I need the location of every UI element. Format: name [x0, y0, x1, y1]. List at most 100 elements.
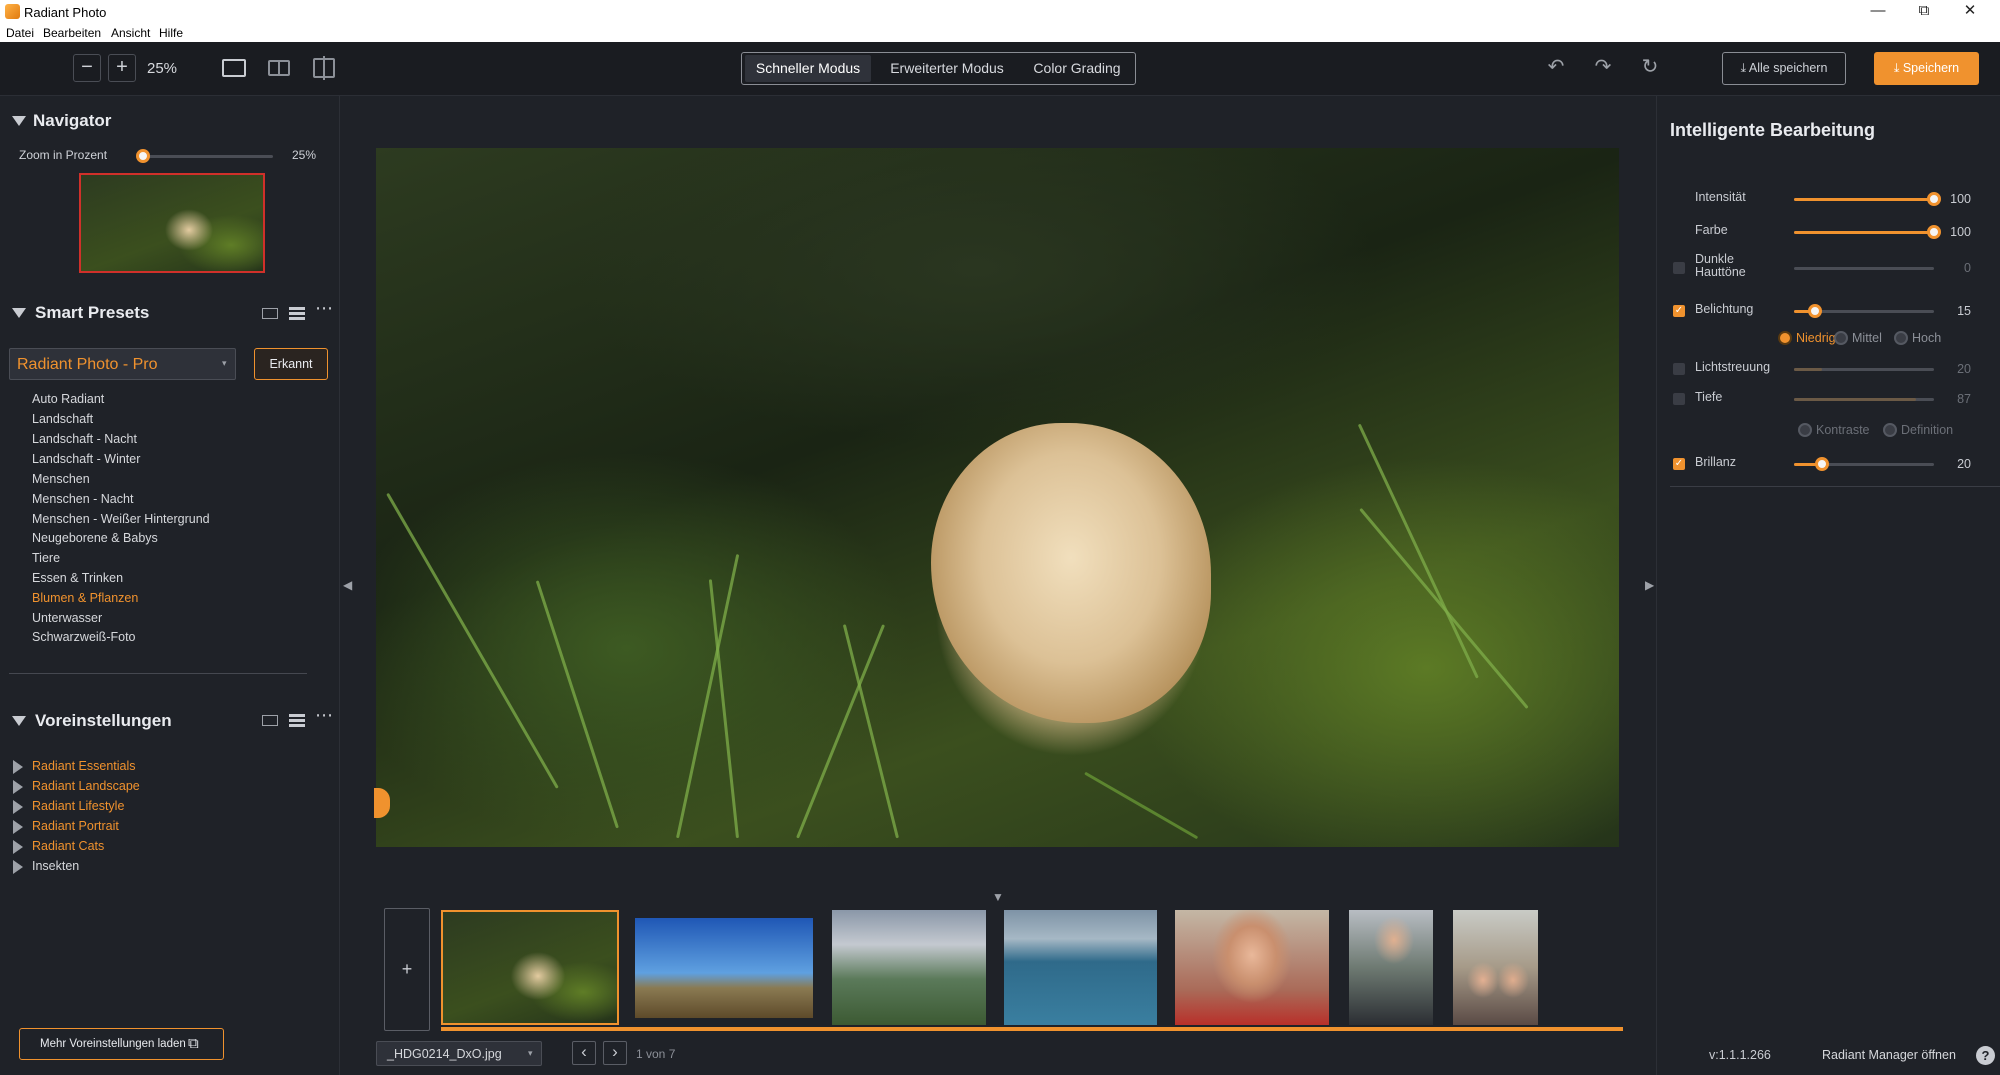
filmstrip-thumb-2[interactable] [635, 918, 813, 1018]
smart-preset-item[interactable]: Tiere [32, 551, 60, 565]
expand-icon[interactable] [13, 780, 23, 794]
expand-icon[interactable] [13, 760, 23, 774]
single-view-icon[interactable] [222, 59, 246, 77]
smart-edit-title: Intelligente Bearbeitung [1670, 120, 1876, 140]
save-all-button[interactable]: ⤓ Alle speichern [1722, 52, 1846, 85]
enable-checkbox[interactable]: ✓ [1673, 458, 1685, 470]
previous-image-button[interactable]: ‹ [572, 1041, 596, 1065]
enable-checkbox[interactable]: ✓ [1673, 305, 1685, 317]
main-photo-preview[interactable] [376, 148, 1619, 847]
grid-view-icon[interactable] [262, 715, 278, 726]
depth-radio[interactable] [1883, 423, 1897, 437]
menu-bearbeiten[interactable]: Bearbeiten [43, 26, 101, 40]
smart-preset-item[interactable]: Landschaft [32, 412, 93, 426]
next-image-button[interactable]: › [603, 1041, 627, 1065]
maximize-button[interactable]: ⧉ [1901, 0, 1947, 24]
voreinstellung-item[interactable]: Radiant Essentials [32, 759, 136, 773]
voreinstellung-item[interactable]: Radiant Lifestyle [32, 799, 124, 813]
filmstrip-thumb-5[interactable] [1175, 910, 1329, 1025]
enable-checkbox[interactable] [1673, 363, 1685, 375]
split-view-icon[interactable] [268, 60, 290, 76]
slider-knob[interactable] [1808, 304, 1822, 318]
smart-preset-item[interactable]: Auto Radiant [32, 392, 104, 406]
navigator-zoom-knob[interactable] [136, 149, 150, 163]
smart-preset-item[interactable]: Menschen [32, 472, 90, 486]
preset-dropdown[interactable]: Radiant Photo - Pro ▾ [9, 348, 236, 380]
smart-preset-item[interactable]: Essen & Trinken [32, 571, 123, 585]
save-button[interactable]: ⤓ Speichern [1874, 52, 1979, 85]
slider-value: 20 [1957, 457, 1971, 471]
radiant-manager-link[interactable]: Radiant Manager öffnen [1822, 1048, 1956, 1062]
smart-preset-item[interactable]: Menschen - Nacht [32, 492, 133, 506]
collapse-left-panel-icon[interactable]: ◀ [343, 578, 352, 592]
close-button[interactable]: ✕ [1947, 0, 1993, 24]
smart-preset-item[interactable]: Menschen - Weißer Hintergrund [32, 512, 210, 526]
exposure-radio[interactable] [1894, 331, 1908, 345]
navigator-thumbnail[interactable] [79, 173, 265, 273]
expand-icon[interactable] [13, 800, 23, 814]
depth-radio[interactable] [1798, 423, 1812, 437]
expand-icon[interactable] [13, 840, 23, 854]
reset-icon[interactable]: ↻ [1637, 54, 1663, 80]
filmstrip-scrollbar[interactable] [441, 1027, 1623, 1031]
enable-checkbox[interactable] [1673, 262, 1685, 274]
add-image-button[interactable]: + [384, 908, 430, 1031]
load-more-presets-button[interactable]: Mehr Voreinstellungen laden ⧉ [19, 1028, 224, 1060]
smart-preset-item[interactable]: Neugeborene & Babys [32, 531, 158, 545]
menu-datei[interactable]: Datei [6, 26, 34, 40]
expand-icon[interactable] [13, 860, 23, 874]
voreinstellung-item[interactable]: Radiant Cats [32, 839, 104, 853]
menu-ansicht[interactable]: Ansicht [111, 26, 150, 40]
tab-erweiterter-modus[interactable]: Erweiterter Modus [877, 55, 1017, 82]
filmstrip-thumb-3[interactable] [832, 910, 986, 1025]
more-options-icon[interactable]: ⋯ [315, 705, 333, 726]
file-select-dropdown[interactable]: _HDG0214_DxO.jpg ▾ [376, 1041, 542, 1066]
list-view-icon[interactable] [289, 307, 305, 320]
navigator-zoom-track[interactable] [143, 155, 273, 158]
compare-view-icon[interactable] [313, 56, 335, 80]
divider [9, 673, 307, 674]
zoom-in-button[interactable]: + [108, 54, 136, 82]
smart-preset-item[interactable]: Schwarzweiß-Foto [32, 630, 136, 644]
filmstrip-thumb-6[interactable] [1349, 910, 1433, 1025]
smart-preset-item[interactable]: Blumen & Pflanzen [32, 591, 138, 605]
slider-value: 15 [1957, 304, 1971, 318]
collapse-navigator-icon[interactable] [12, 116, 26, 126]
more-options-icon[interactable]: ⋯ [315, 298, 333, 319]
slider-fill [1794, 231, 1934, 234]
smart-preset-item[interactable]: Landschaft - Nacht [32, 432, 137, 446]
erkannt-badge[interactable]: Erkannt [254, 348, 328, 380]
slider-knob[interactable] [1815, 457, 1829, 471]
left-panel: Navigator Zoom in Prozent 25% Smart Pres… [0, 96, 340, 1075]
voreinstellung-item[interactable]: Radiant Landscape [32, 779, 140, 793]
slider-knob[interactable] [1927, 192, 1941, 206]
exposure-radio[interactable] [1778, 331, 1792, 345]
smart-preset-item[interactable]: Unterwasser [32, 611, 102, 625]
expand-icon[interactable] [13, 820, 23, 834]
menu-hilfe[interactable]: Hilfe [159, 26, 183, 40]
list-view-icon[interactable] [289, 714, 305, 727]
enable-checkbox[interactable] [1673, 393, 1685, 405]
slider-knob[interactable] [1927, 225, 1941, 239]
undo-icon[interactable]: ↶ [1543, 54, 1569, 80]
voreinstellung-item[interactable]: Insekten [32, 859, 79, 873]
filmstrip-thumb-7[interactable] [1453, 910, 1538, 1025]
collapse-right-panel-icon[interactable]: ▶ [1645, 578, 1654, 592]
tab-color-grading[interactable]: Color Grading [1021, 55, 1133, 82]
slider-track[interactable] [1794, 267, 1934, 270]
tab-schneller-modus[interactable]: Schneller Modus [745, 55, 871, 82]
zoom-out-button[interactable]: − [73, 54, 101, 82]
filmstrip-thumb-4[interactable] [1004, 910, 1157, 1025]
minimize-button[interactable]: — [1855, 0, 1901, 24]
depth-option-label: Kontraste [1816, 423, 1870, 437]
collapse-voreinstellungen-icon[interactable] [12, 716, 26, 726]
help-icon[interactable]: ? [1976, 1046, 1995, 1065]
filmstrip-toggle-icon[interactable]: ▼ [992, 890, 1004, 904]
filmstrip-thumb-1[interactable] [441, 910, 619, 1025]
grid-view-icon[interactable] [262, 308, 278, 319]
smart-preset-item[interactable]: Landschaft - Winter [32, 452, 140, 466]
voreinstellung-item[interactable]: Radiant Portrait [32, 819, 119, 833]
collapse-smart-presets-icon[interactable] [12, 308, 26, 318]
exposure-radio[interactable] [1834, 331, 1848, 345]
redo-icon[interactable]: ↷ [1590, 54, 1616, 80]
